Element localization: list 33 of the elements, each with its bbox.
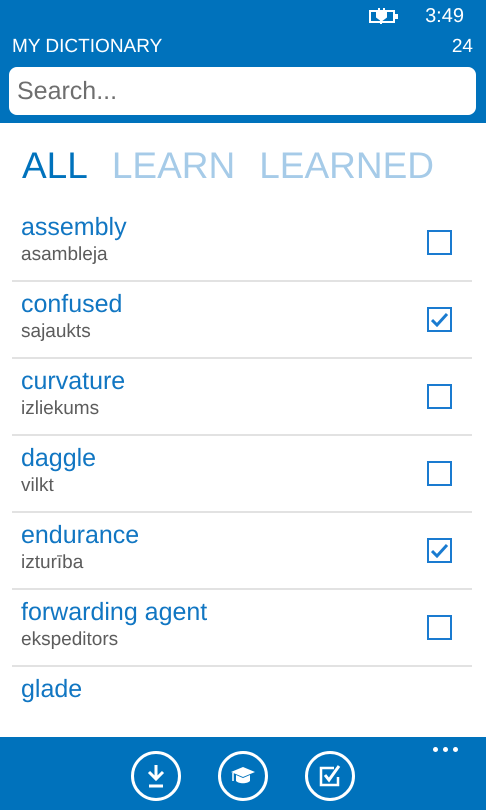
word-entry[interactable]: daggle: [21, 442, 96, 474]
learned-button[interactable]: [305, 751, 355, 801]
word-translation: vilkt: [21, 474, 55, 498]
app-title: MY DICTIONARY: [12, 36, 162, 58]
word-entry[interactable]: endurance: [21, 519, 140, 551]
search-field[interactable]: Search...: [9, 67, 476, 115]
learned-checkbox[interactable]: [427, 230, 452, 255]
battery-charging-icon: [369, 8, 400, 24]
word-entry[interactable]: assembly: [21, 211, 127, 243]
word-translation: ekspeditors: [21, 628, 120, 652]
learned-checkbox[interactable]: [427, 307, 452, 332]
checkmark-icon: [431, 312, 448, 326]
word-translation: izliekums: [21, 397, 100, 421]
checkbox-icon: [318, 764, 342, 788]
status-time: 3:49: [425, 4, 464, 28]
word-translation: sajaukts: [21, 320, 92, 344]
filter-tab[interactable]: ALL: [22, 145, 88, 195]
learned-checkbox[interactable]: [427, 384, 452, 409]
learned-checkbox[interactable]: [427, 538, 452, 563]
word-entry[interactable]: curvature: [21, 365, 126, 397]
word-translation: izturība: [21, 551, 84, 575]
download-icon: [145, 763, 167, 789]
learned-checkbox[interactable]: [427, 461, 452, 486]
word-entry[interactable]: forwarding agent: [21, 596, 208, 628]
download-button[interactable]: [131, 751, 181, 801]
learn-button[interactable]: [218, 751, 268, 801]
word-translation: asambleja: [21, 243, 109, 267]
word-count: 24: [452, 36, 473, 58]
graduation-cap-icon: [230, 766, 256, 786]
checkmark-icon: [431, 544, 448, 558]
learned-checkbox[interactable]: [427, 615, 452, 640]
word-entry[interactable]: glade: [21, 673, 82, 705]
word-entry[interactable]: confused: [21, 288, 122, 320]
